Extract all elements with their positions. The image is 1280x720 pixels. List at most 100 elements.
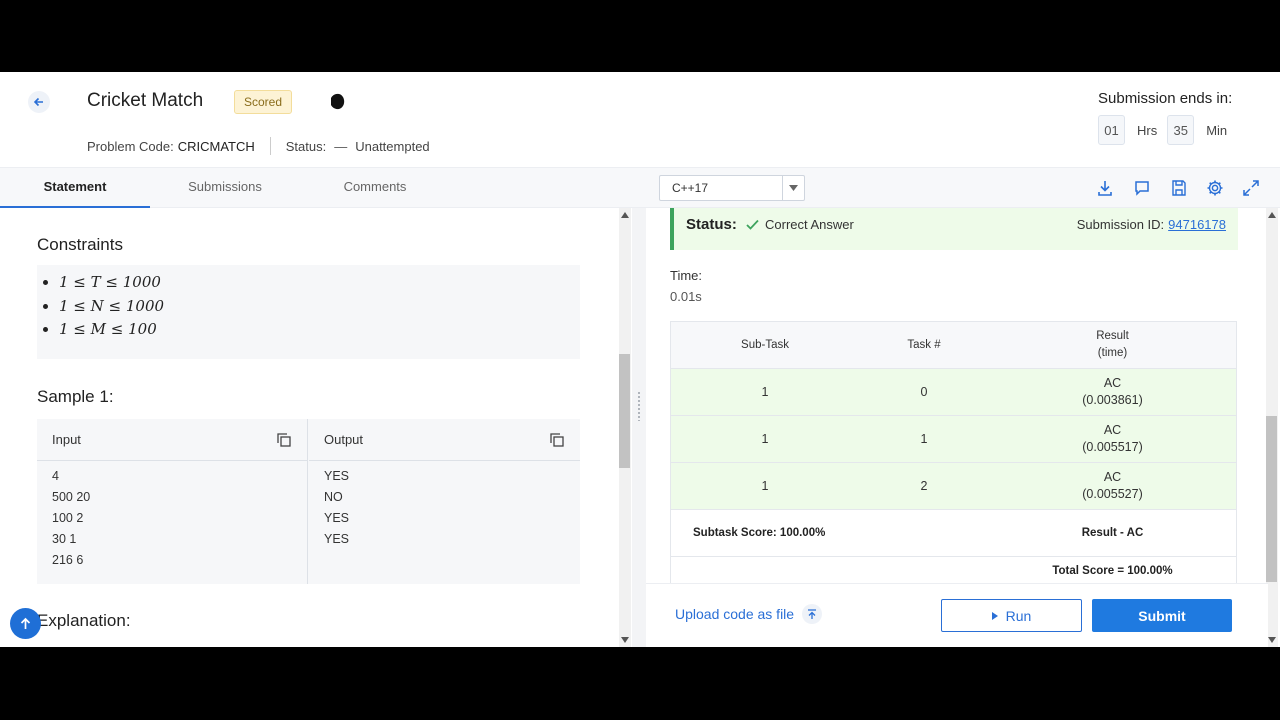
constraint-item: 1 ≤ M ≤ 100 <box>59 320 580 344</box>
cell-verdict: AC <box>1103 470 1122 484</box>
output-line: YES <box>324 532 350 546</box>
scroll-down-icon[interactable] <box>621 637 629 643</box>
total-score-row: Total Score = 100.00% <box>671 557 1236 586</box>
result-status-banner: Status: Correct Answer Submission ID: 947… <box>670 208 1238 250</box>
constraints-heading: Constraints <box>37 235 123 254</box>
language-value: C++17 <box>672 181 709 195</box>
col-result: Result (time) <box>989 328 1236 362</box>
problem-title: Cricket Match <box>87 90 204 111</box>
submission-timer: Submission ends in: 01 Hrs 35 Min <box>1098 90 1238 145</box>
run-button[interactable]: Run <box>941 599 1082 632</box>
copy-icon[interactable] <box>277 433 291 447</box>
cell-time: (0.005527) <box>1082 487 1143 501</box>
table-header-row: Sub-Task Task # Result (time) <box>671 322 1236 369</box>
pane-splitter[interactable] <box>632 208 646 647</box>
output-label: Output <box>324 432 364 447</box>
scroll-up-icon[interactable] <box>1268 212 1276 218</box>
input-line: 500 20 <box>52 490 91 504</box>
col-task: Task # <box>907 339 941 351</box>
tab-statement[interactable]: Statement <box>0 168 150 208</box>
timer-minutes-unit: Min <box>1206 122 1228 138</box>
problem-code: CRICMATCH <box>177 138 255 154</box>
meta-divider <box>269 137 271 155</box>
sample-heading: Sample 1: <box>37 387 114 406</box>
table-row: 1 0 AC (0.003861) <box>671 369 1236 416</box>
subtask-score-row: Subtask Score: 100.00% Result - AC <box>671 510 1236 557</box>
total-score: Total Score = 100.00% <box>1052 565 1173 577</box>
sample-output: Output YES NO YES YES <box>309 419 580 584</box>
result-scroll-thumb[interactable] <box>1266 416 1277 582</box>
download-icon[interactable] <box>1096 179 1114 197</box>
constraint-item: 1 ≤ T ≤ 1000 <box>59 273 580 297</box>
statement-scroll-thumb[interactable] <box>619 354 630 468</box>
subtask-table: Sub-Task Task # Result (time) 1 0 AC (0.0… <box>670 321 1237 587</box>
problem-page: Cricket Match Scored Problem Code: CRICM… <box>0 72 1280 647</box>
timer-label: Submission ends in: <box>1098 90 1233 107</box>
scroll-top-button[interactable] <box>10 608 41 639</box>
table-row: 1 1 AC (0.005517) <box>671 416 1236 463</box>
copy-icon[interactable] <box>550 433 564 447</box>
constraints-list: 1 ≤ T ≤ 1000 1 ≤ N ≤ 1000 1 ≤ M ≤ 100 <box>37 265 580 359</box>
theme-toggle-icon[interactable] <box>331 93 348 110</box>
run-label: Run <box>1005 607 1032 624</box>
input-line: 30 1 <box>52 532 77 546</box>
expand-icon[interactable] <box>1242 179 1260 197</box>
tab-comments[interactable]: Comments <box>300 168 450 208</box>
statement-scrollbar[interactable] <box>619 208 631 647</box>
arrow-left-icon <box>33 97 43 107</box>
cell-time: (0.005517) <box>1082 440 1143 454</box>
arrow-up-icon <box>20 617 31 629</box>
comment-icon[interactable] <box>1133 179 1151 197</box>
cell-time: (0.003861) <box>1082 393 1143 407</box>
language-select[interactable]: C++17 <box>659 175 805 201</box>
play-icon <box>991 611 998 620</box>
time-label: Time: <box>670 268 703 283</box>
scroll-down-icon[interactable] <box>1268 637 1276 643</box>
cell-task: 1 <box>920 432 928 446</box>
action-bar: Upload code as file Run Submit <box>646 583 1268 647</box>
problem-meta: Problem Code: CRICMATCH Status: — Unatte… <box>87 137 430 155</box>
table-row: 1 2 AC (0.005527) <box>671 463 1236 510</box>
result-status-label: Status: <box>686 216 737 233</box>
col-result-line1: Result <box>1096 330 1129 342</box>
cell-verdict: AC <box>1103 423 1122 437</box>
output-line: NO <box>324 490 343 504</box>
cell-subtask: 1 <box>761 432 769 446</box>
status-value: Unattempted <box>355 138 430 154</box>
back-button[interactable] <box>28 91 50 113</box>
constraint-item: 1 ≤ N ≤ 1000 <box>59 297 580 321</box>
status-dash: — <box>334 138 348 154</box>
input-line: 216 6 <box>52 553 84 567</box>
submission-id-link[interactable]: 94716178 <box>1168 217 1226 232</box>
result-scrollbar[interactable] <box>1266 208 1278 647</box>
col-subtask: Sub-Task <box>741 339 789 351</box>
output-line: YES <box>324 511 350 525</box>
input-line: 100 2 <box>52 511 84 525</box>
gear-icon[interactable] <box>1206 179 1224 197</box>
cell-subtask: 1 <box>761 385 769 399</box>
upload-code-link[interactable]: Upload code as file <box>675 604 823 624</box>
col-result-line2: (time) <box>1097 347 1128 359</box>
cell-result: AC (0.003861) <box>989 375 1236 409</box>
submission-id-label: Submission ID: <box>1076 217 1165 232</box>
result-status: Correct Answer <box>746 217 854 232</box>
subtask-score: Subtask Score: 100.00% <box>693 527 826 539</box>
tab-submissions[interactable]: Submissions <box>150 168 300 208</box>
output-line: YES <box>324 469 350 483</box>
upload-label: Upload code as file <box>675 606 795 622</box>
scroll-up-icon[interactable] <box>621 212 629 218</box>
chevron-down-icon <box>782 176 804 200</box>
drag-handle-icon[interactable] <box>637 391 641 421</box>
timer-hours-unit: Hrs <box>1137 122 1158 138</box>
submit-button[interactable]: Submit <box>1092 599 1232 632</box>
status-label: Status: <box>285 138 327 154</box>
save-icon[interactable] <box>1170 179 1188 197</box>
problem-code-label: Problem Code: <box>87 138 174 154</box>
time-value: 0.01s <box>670 289 702 304</box>
sample-input: Input 4 500 20 100 2 30 1 216 6 <box>37 419 308 584</box>
timer-hours: 01 <box>1098 115 1125 145</box>
cell-verdict: AC <box>1103 376 1122 390</box>
tab-toolbar: Statement Submissions Comments C++17 <box>0 167 1280 208</box>
subtask-result: Result - AC <box>1081 526 1144 539</box>
result-status-value: Correct Answer <box>765 217 854 232</box>
